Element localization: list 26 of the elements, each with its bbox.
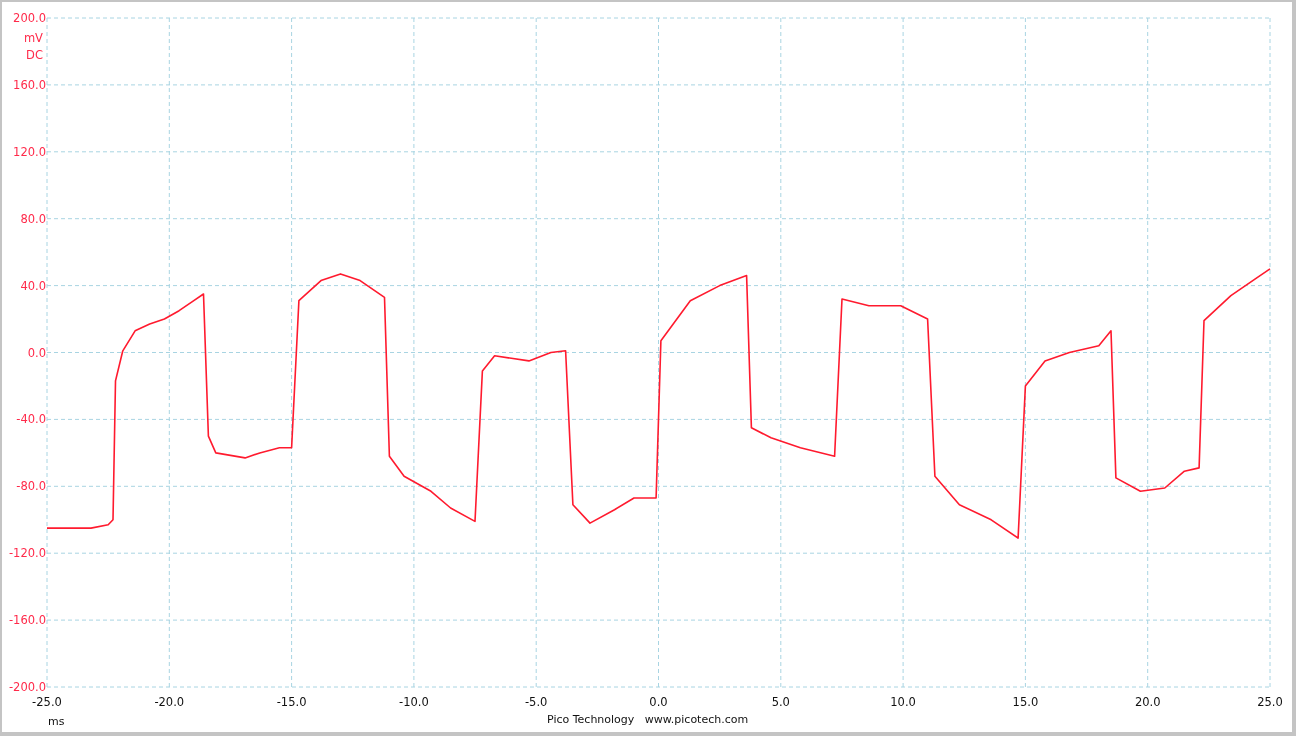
y-tick-label: 120.0 (13, 144, 46, 159)
y-tick-label: -160.0 (8, 613, 46, 628)
x-tick-label: 20.0 (1134, 695, 1161, 709)
y-tick-label: 40.0 (20, 278, 46, 293)
x-tick-label: -15.0 (276, 695, 307, 709)
x-tick-label: 25.0 (1257, 695, 1283, 709)
y-unit-label: mV (23, 31, 43, 45)
y-tick-label: -200.0 (8, 680, 46, 694)
x-tick-label: -10.0 (399, 695, 429, 709)
y-tick-label: 80.0 (20, 211, 46, 226)
y-tick-label: -40.0 (16, 412, 46, 427)
footer-credit: Pico Technology www.picotech.com (547, 713, 749, 726)
x-unit-label: ms (48, 714, 65, 728)
y-tick-label: 0.0 (27, 345, 46, 360)
x-tick-label: 15.0 (1012, 695, 1039, 709)
x-tick-label: 5.0 (771, 695, 790, 709)
x-tick-label: -5.0 (524, 695, 548, 709)
y-tick-label: 200.0 (13, 11, 46, 25)
y-tick-label: 160.0 (13, 77, 46, 92)
x-tick-label: -20.0 (154, 695, 185, 709)
y-tick-label: -80.0 (16, 479, 46, 494)
x-tick-label: 10.0 (890, 695, 916, 709)
x-tick-label: 0.0 (649, 695, 668, 709)
coupling-label: DC (26, 48, 43, 62)
x-tick-label: -25.0 (32, 695, 62, 709)
y-tick-label: -120.0 (8, 546, 46, 561)
